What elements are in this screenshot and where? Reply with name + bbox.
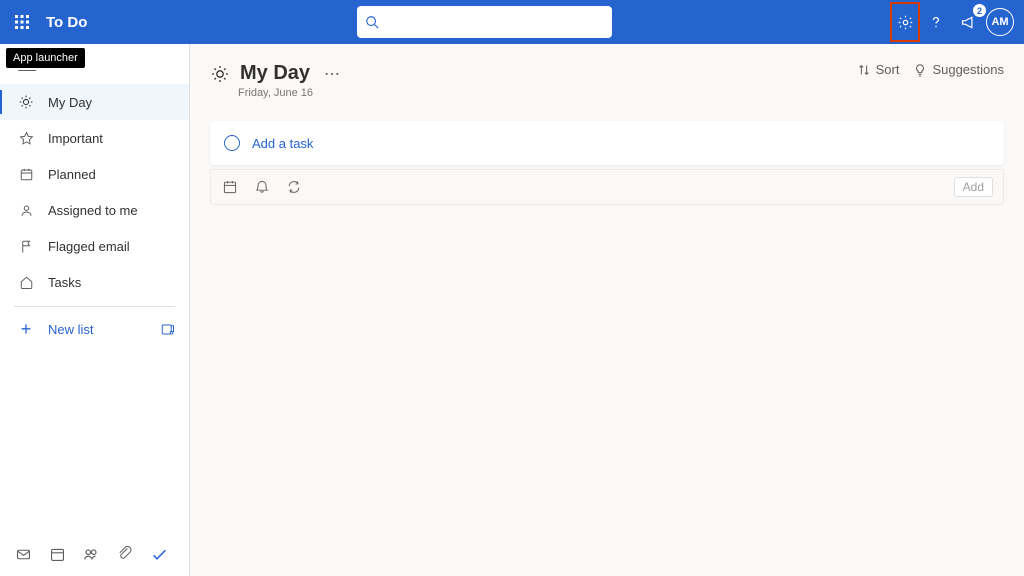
- suggestions-label: Suggestions: [932, 62, 1004, 77]
- new-list-label: New list: [48, 322, 94, 337]
- task-circle-icon: [224, 135, 240, 151]
- nav-label: Flagged email: [48, 239, 130, 254]
- todo-app-icon[interactable]: [142, 537, 176, 571]
- home-icon: [18, 274, 34, 290]
- files-app-icon[interactable]: [108, 537, 142, 571]
- sidebar-bottom-apps: [0, 532, 189, 576]
- sidebar-divider: [14, 306, 175, 307]
- app-launcher-tooltip: App launcher: [6, 48, 85, 68]
- new-list-button[interactable]: + New list: [0, 309, 189, 349]
- nav-planned[interactable]: Planned: [0, 156, 189, 192]
- app-title[interactable]: To Do: [46, 14, 87, 31]
- nav-label: Tasks: [48, 275, 81, 290]
- flag-icon: [18, 238, 34, 254]
- nav-label: Important: [48, 131, 103, 146]
- suggestions-button[interactable]: Suggestions: [913, 62, 1004, 77]
- star-icon: [18, 130, 34, 146]
- lightbulb-icon: [913, 63, 927, 77]
- gear-icon: [897, 14, 914, 31]
- people-app-icon[interactable]: [74, 537, 108, 571]
- app-launcher-button[interactable]: [0, 0, 44, 44]
- list-options-button[interactable]: ⋯: [320, 64, 344, 84]
- search-input[interactable]: [387, 6, 612, 38]
- nav-assigned[interactable]: Assigned to me: [0, 192, 189, 228]
- waffle-icon: [14, 14, 30, 30]
- nav-important[interactable]: Important: [0, 120, 189, 156]
- nav-label: My Day: [48, 95, 92, 110]
- megaphone-icon: [960, 14, 977, 31]
- sidebar: App launcher My Day Important Pl: [0, 44, 190, 576]
- search-box[interactable]: [357, 6, 612, 38]
- help-icon: [928, 14, 944, 30]
- search-icon: [357, 15, 387, 29]
- due-date-icon[interactable]: [221, 178, 239, 196]
- reminder-icon[interactable]: [253, 178, 271, 196]
- main-panel: My Day ⋯ Friday, June 16 Sort Suggestion…: [190, 44, 1024, 576]
- help-button[interactable]: [920, 6, 952, 38]
- nav-tasks[interactable]: Tasks: [0, 264, 189, 300]
- person-icon: [18, 202, 34, 218]
- megaphone-button[interactable]: 2: [952, 6, 984, 38]
- new-group-icon[interactable]: [160, 322, 175, 337]
- nav-label: Planned: [48, 167, 96, 182]
- plus-icon: +: [18, 319, 34, 340]
- sort-icon: [857, 63, 871, 77]
- add-task-toolbar: Add: [210, 169, 1004, 205]
- nav-my-day[interactable]: My Day: [0, 84, 189, 120]
- repeat-icon[interactable]: [285, 178, 303, 196]
- notification-badge: 2: [973, 4, 986, 17]
- sun-icon: [18, 94, 34, 110]
- settings-button[interactable]: [890, 2, 920, 42]
- page-sun-icon: [210, 64, 230, 84]
- nav-flagged[interactable]: Flagged email: [0, 228, 189, 264]
- add-task-row[interactable]: Add a task: [210, 121, 1004, 165]
- add-task-placeholder: Add a task: [252, 136, 313, 151]
- page-date: Friday, June 16: [238, 87, 344, 99]
- account-avatar[interactable]: AM: [986, 8, 1014, 36]
- main-header: My Day ⋯ Friday, June 16 Sort Suggestion…: [210, 62, 1004, 99]
- sort-label: Sort: [876, 62, 900, 77]
- add-button[interactable]: Add: [954, 177, 993, 197]
- calendar-icon: [18, 166, 34, 182]
- nav-label: Assigned to me: [48, 203, 138, 218]
- calendar-app-icon[interactable]: [40, 537, 74, 571]
- sort-button[interactable]: Sort: [857, 62, 900, 77]
- mail-app-icon[interactable]: [6, 537, 40, 571]
- page-title: My Day: [240, 62, 310, 85]
- nav-list: My Day Important Planned Assigned to me: [0, 84, 189, 300]
- header-actions: 2 AM: [890, 0, 1018, 44]
- app-header: To Do 2 AM: [0, 0, 1024, 44]
